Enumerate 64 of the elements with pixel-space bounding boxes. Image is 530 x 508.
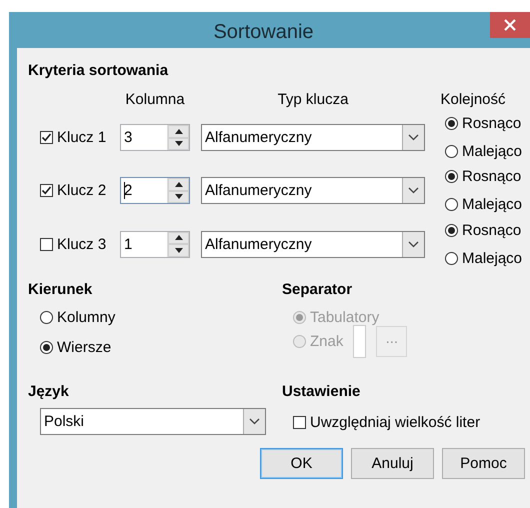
radio-button[interactable] bbox=[40, 340, 53, 354]
checkbox-label[interactable]: Klucz 2 bbox=[57, 182, 106, 199]
checkbox-label[interactable]: Uwzględniaj wielkość liter bbox=[310, 414, 480, 430]
triangle-down-icon bbox=[174, 141, 182, 146]
section-heading: Język bbox=[28, 383, 70, 402]
chevron-down-icon bbox=[408, 240, 419, 248]
chevron-down-icon bbox=[408, 187, 419, 194]
spin-down-button[interactable] bbox=[168, 244, 189, 256]
checkbox-label[interactable]: Klucz 1 bbox=[57, 129, 106, 146]
key-type-dropdown[interactable]: Alfanumeryczny bbox=[201, 124, 425, 151]
dialog-button[interactable]: Pomoc bbox=[442, 448, 525, 479]
radio-button[interactable] bbox=[445, 145, 458, 158]
key-type-dropdown[interactable]: Alfanumeryczny bbox=[201, 177, 425, 204]
radio-label[interactable]: Malejąco bbox=[462, 196, 522, 213]
close-icon bbox=[504, 19, 516, 31]
field-value: 1 bbox=[124, 236, 132, 252]
checkbox[interactable] bbox=[40, 184, 53, 197]
key-type-dropdown[interactable]: Alfanumeryczny bbox=[201, 230, 425, 258]
radio-label[interactable]: Rosnąco bbox=[462, 168, 522, 185]
radio-button[interactable] bbox=[445, 198, 458, 211]
spin-up-button[interactable] bbox=[168, 232, 189, 244]
section-heading: Kryteria sortowania bbox=[28, 62, 170, 81]
triangle-up-icon bbox=[174, 182, 182, 187]
field-value: 2 bbox=[124, 182, 132, 199]
checkbox-label[interactable]: Klucz 3 bbox=[57, 236, 106, 252]
radio-label[interactable]: Kolumny bbox=[57, 308, 116, 326]
spin-field[interactable]: 1 bbox=[120, 230, 190, 258]
triangle-down-icon bbox=[174, 248, 182, 253]
column-header: Typ klucza bbox=[276, 91, 350, 110]
radio-label[interactable]: Wiersze bbox=[57, 338, 112, 356]
radio-label[interactable]: Malejąco bbox=[462, 250, 522, 266]
triangle-up-icon bbox=[174, 128, 182, 134]
checkbox[interactable] bbox=[40, 238, 53, 250]
checkbox[interactable] bbox=[293, 416, 306, 428]
spin-up-button[interactable] bbox=[168, 178, 189, 190]
radio-button[interactable] bbox=[445, 170, 458, 183]
dialog-button[interactable]: Anuluj bbox=[351, 448, 434, 479]
window-title: Sortowanie bbox=[213, 20, 314, 44]
close-button[interactable] bbox=[490, 12, 530, 38]
language-dropdown[interactable]: Polski bbox=[40, 408, 266, 435]
spin-field[interactable]: 3 bbox=[120, 124, 190, 151]
section-heading: Separator bbox=[282, 281, 354, 300]
radio-label[interactable]: Rosnąco bbox=[462, 115, 522, 132]
radio-button[interactable] bbox=[40, 310, 53, 324]
radio-label[interactable]: Rosnąco bbox=[462, 222, 522, 238]
chevron-down-icon bbox=[408, 134, 419, 141]
spin-down-button[interactable] bbox=[168, 138, 189, 150]
triangle-up-icon bbox=[174, 235, 182, 240]
spin-up-button[interactable] bbox=[168, 125, 189, 138]
dialog-button[interactable]: OK bbox=[260, 448, 343, 479]
checkbox[interactable] bbox=[40, 131, 53, 144]
radio-button[interactable] bbox=[445, 117, 458, 130]
field-value: 3 bbox=[124, 129, 132, 146]
spin-down-button[interactable] bbox=[168, 190, 189, 203]
column-header: Kolumna bbox=[124, 91, 186, 110]
spin-field[interactable]: 2 bbox=[120, 177, 190, 204]
section-heading: Kierunek bbox=[28, 281, 94, 300]
triangle-down-icon bbox=[174, 194, 182, 200]
radio-label[interactable]: Malejąco bbox=[462, 143, 522, 160]
chevron-down-icon bbox=[249, 418, 260, 425]
radio-button[interactable] bbox=[445, 252, 458, 264]
radio-button[interactable] bbox=[445, 224, 458, 236]
section-heading: Ustawienie bbox=[282, 383, 362, 402]
column-header: Kolejność bbox=[439, 91, 507, 110]
